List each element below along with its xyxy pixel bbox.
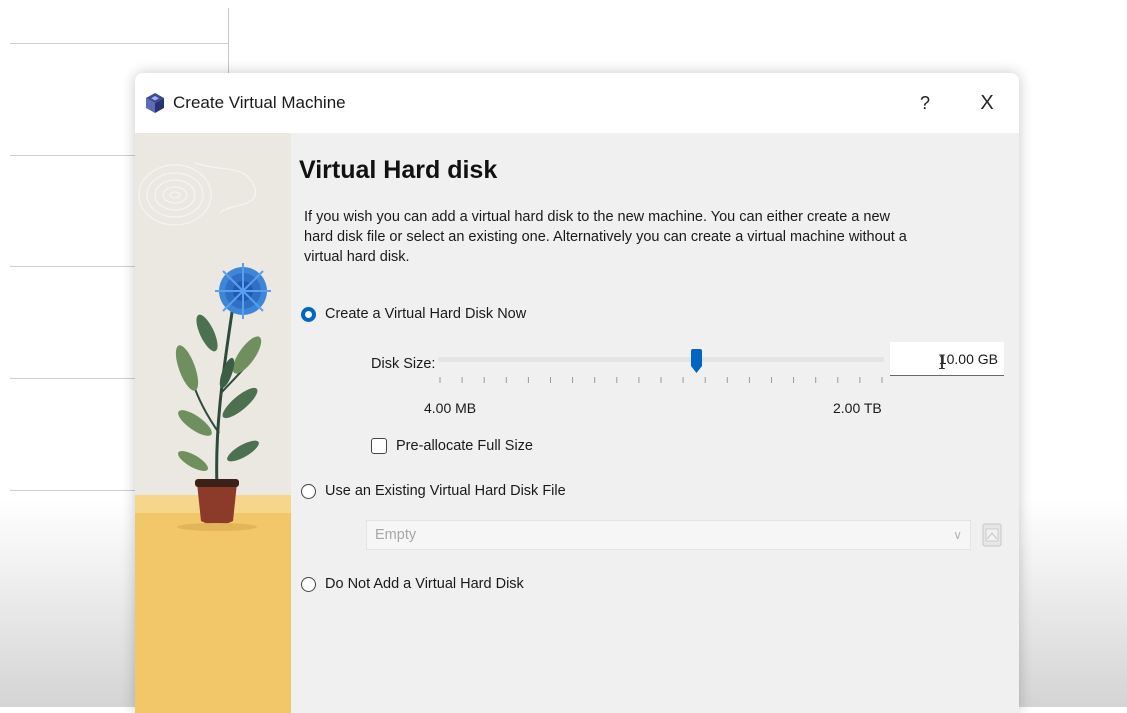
- existing-disk-combobox[interactable]: Empty ∨: [366, 520, 971, 550]
- background-row-line: [10, 43, 228, 44]
- radio-use-existing[interactable]: [301, 483, 316, 499]
- use-existing-disk-option[interactable]: Use an Existing Virtual Hard Disk File: [301, 483, 566, 499]
- disk-size-input[interactable]: 10.00 GB: [890, 342, 1004, 376]
- chevron-down-icon: ∨: [953, 528, 962, 542]
- virtualbox-cube-icon: [144, 92, 166, 119]
- disk-size-max-label: 2.00 TB: [833, 400, 882, 416]
- use-existing-disk-label: Use an Existing Virtual Hard Disk File: [325, 483, 566, 499]
- slider-thumb[interactable]: [691, 349, 703, 373]
- page-title: Virtual Hard disk: [299, 156, 498, 184]
- create-vm-dialog: Create Virtual Machine ? X Virtual Hard …: [135, 73, 1019, 713]
- preallocate-label: Pre-allocate Full Size: [396, 438, 533, 454]
- preallocate-checkbox[interactable]: [371, 438, 387, 454]
- close-button[interactable]: X: [971, 89, 1003, 117]
- title-bar[interactable]: Create Virtual Machine ? X: [135, 73, 1019, 133]
- disk-size-min-label: 4.00 MB: [424, 400, 477, 416]
- background-divider: [228, 8, 229, 78]
- disk-size-label: Disk Size:: [371, 356, 436, 372]
- existing-disk-value: Empty: [375, 527, 417, 543]
- create-disk-now-option[interactable]: Create a Virtual Hard Disk Now: [301, 306, 526, 322]
- wizard-page: Virtual Hard disk If you wish you can ad…: [291, 133, 1019, 713]
- folder-browse-icon[interactable]: [981, 520, 1003, 550]
- preallocate-option[interactable]: Pre-allocate Full Size: [371, 438, 533, 454]
- dialog-title: Create Virtual Machine: [173, 93, 346, 112]
- create-disk-now-label: Create a Virtual Hard Disk Now: [325, 306, 527, 322]
- page-description: If you wish you can add a virtual hard d…: [304, 209, 907, 265]
- help-button[interactable]: ?: [911, 89, 939, 117]
- radio-no-disk[interactable]: [301, 576, 316, 592]
- no-disk-label: Do Not Add a Virtual Hard Disk: [325, 576, 524, 592]
- wizard-illustration: [135, 133, 291, 713]
- disk-size-slider[interactable]: [438, 349, 884, 383]
- radio-create-now[interactable]: [301, 306, 316, 322]
- slider-track: [438, 357, 884, 362]
- text-cursor-icon: I: [938, 350, 946, 374]
- no-disk-option[interactable]: Do Not Add a Virtual Hard Disk: [301, 576, 524, 592]
- slider-ticks: [439, 377, 883, 383]
